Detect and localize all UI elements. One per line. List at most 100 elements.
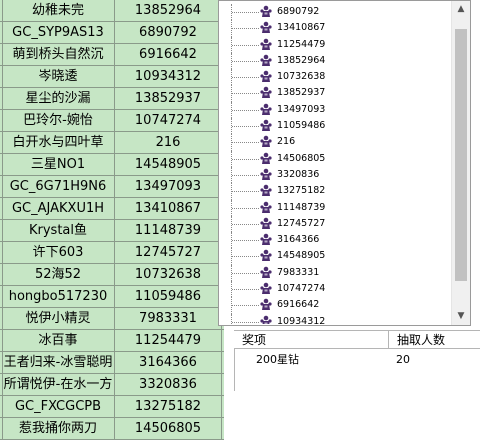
column-header-prize[interactable]: 奖项 (234, 331, 389, 349)
name-cell[interactable]: GC_SYP9AS13 (2, 22, 115, 43)
column-header-count[interactable]: 抽取人数 (389, 331, 480, 349)
tree-item-label: 13852964 (277, 54, 326, 66)
table-row[interactable]: 星尘的沙漏 13852937 (0, 88, 224, 110)
name-cell[interactable]: 岑晓逶 (2, 66, 115, 87)
table-row[interactable]: 52海52 10732638 (0, 264, 224, 286)
table-row[interactable]: 巴玲尔-婉怡 10747274 (0, 110, 224, 132)
tree-item[interactable]: 7983331 (219, 264, 451, 282)
tree-item[interactable]: 3164366 (219, 232, 451, 249)
table-row[interactable]: 岑晓逶 10934312 (0, 66, 224, 88)
name-cell[interactable]: 王者归来-冰雪聪明 (2, 352, 115, 373)
tree-item[interactable]: 14506805 (219, 150, 451, 167)
tree-item[interactable]: 6916642 (219, 297, 451, 314)
id-cell[interactable]: 10934312 (115, 66, 222, 87)
table-row[interactable]: 幼稚未完 13852964 (0, 0, 224, 22)
id-cell[interactable]: 13852937 (115, 88, 222, 109)
user-group-icon (260, 136, 272, 148)
name-cell[interactable]: 52海52 (2, 264, 115, 285)
name-cell[interactable]: GC_FXCGCPB (2, 396, 115, 417)
table-row[interactable]: 三星NO1 14548905 (0, 154, 224, 176)
id-cell[interactable]: 216 (115, 132, 222, 153)
tree-item[interactable]: 11148739 (219, 199, 451, 216)
scroll-up-icon[interactable]: ▲ (452, 1, 470, 18)
tree-item[interactable]: 10747274 (219, 281, 451, 298)
user-group-icon (260, 266, 272, 278)
user-group-icon (260, 201, 272, 213)
tree-item-label: 11148739 (277, 201, 326, 213)
tree-item[interactable]: 6890792 (219, 4, 451, 21)
name-cell[interactable]: 巴玲尔-婉怡 (2, 110, 115, 131)
id-cell[interactable]: 6916642 (115, 44, 222, 65)
name-cell[interactable]: 萌到桥头自然沉 (2, 44, 115, 65)
vertical-scrollbar[interactable]: ▲ ▼ (451, 1, 470, 325)
table-row[interactable]: hongbo517230 11059486 (0, 286, 224, 308)
name-cell[interactable]: GC_6G71H9N6 (2, 176, 115, 197)
id-cell[interactable]: 6890792 (115, 22, 222, 43)
tree-item[interactable]: 10934312 (219, 313, 451, 324)
scroll-down-icon[interactable]: ▼ (452, 308, 470, 325)
id-cell[interactable]: 13410867 (115, 198, 222, 219)
name-cell[interactable]: 惹我捅你两刀 (2, 418, 115, 439)
table-row[interactable]: 200星钻 20 (234, 351, 480, 369)
tree-item[interactable]: 13852937 (219, 85, 451, 102)
name-cell[interactable]: 三星NO1 (2, 154, 115, 175)
name-cell[interactable]: hongbo517230 (2, 286, 115, 307)
spreadsheet-rows: 幼稚未完 13852964 GC_SYP9AS13 6890792 萌到桥头自然沉 691… (0, 0, 224, 440)
table-row[interactable]: GC_SYP9AS13 6890792 (0, 22, 224, 44)
scroll-thumb[interactable] (455, 29, 467, 281)
tree-item[interactable]: 216 (219, 134, 451, 151)
tree-item[interactable]: 10732638 (219, 69, 451, 86)
tree-item[interactable]: 3320836 (219, 166, 451, 184)
table-row[interactable]: Krystal鱼 11148739 (0, 220, 224, 242)
name-cell[interactable]: 星尘的沙漏 (2, 88, 115, 109)
tree-item[interactable]: 14548905 (219, 248, 451, 265)
id-cell[interactable]: 10747274 (115, 110, 222, 131)
name-cell[interactable]: 冰百事 (2, 330, 115, 351)
tree-item-label: 6916642 (277, 299, 320, 311)
tree-item[interactable]: 13497093 (219, 101, 451, 119)
id-cell[interactable]: 3320836 (115, 374, 222, 395)
tree-item[interactable]: 12745727 (219, 215, 451, 233)
id-cell[interactable]: 14548905 (115, 154, 222, 175)
id-cell[interactable]: 11059486 (115, 286, 222, 307)
id-cell[interactable]: 10732638 (115, 264, 222, 285)
name-cell[interactable]: 悦伊小精灵 (2, 308, 115, 329)
id-cell[interactable]: 12745727 (115, 242, 222, 263)
name-cell[interactable]: Krystal鱼 (2, 220, 115, 241)
tree-item[interactable]: 13275182 (219, 183, 451, 200)
name-cell[interactable]: 白开水与四叶草 (2, 132, 115, 153)
id-cell[interactable]: 11148739 (115, 220, 222, 241)
table-row[interactable]: 许下603 12745727 (0, 242, 224, 264)
table-row[interactable]: 王者归来-冰雪聪明 3164366 (0, 352, 224, 374)
id-cell[interactable]: 3164366 (115, 352, 222, 373)
id-cell[interactable]: 7983331 (115, 308, 222, 329)
table-row[interactable]: 冰百事 11254479 (0, 330, 224, 352)
id-cell[interactable]: 11254479 (115, 330, 222, 351)
name-cell[interactable]: GC_AJAKXU1H (2, 198, 115, 219)
table-row[interactable]: GC_AJAKXU1H 13410867 (0, 198, 224, 220)
table-row[interactable]: GC_FXCGCPB 13275182 (0, 396, 224, 418)
id-cell[interactable]: 14506805 (115, 418, 222, 439)
id-cell[interactable]: 13852964 (115, 0, 222, 21)
count-cell: 20 (396, 353, 410, 366)
table-row[interactable]: 悦伊小精灵 7983331 (0, 308, 224, 330)
user-group-icon (260, 103, 272, 115)
prize-grid-header: 奖项 抽取人数 (234, 330, 480, 349)
name-cell[interactable]: 所谓悦伊-在水一方 (2, 374, 115, 395)
name-cell[interactable]: 幼稚未完 (2, 0, 115, 21)
table-row[interactable]: 所谓悦伊-在水一方 3320836 (0, 374, 224, 396)
tree-item[interactable]: 13852964 (219, 52, 451, 70)
tree-item[interactable]: 11254479 (219, 36, 451, 53)
id-cell[interactable]: 13497093 (115, 176, 222, 197)
name-cell[interactable]: 许下603 (2, 242, 115, 263)
tree-item[interactable]: 11059486 (219, 118, 451, 135)
table-row[interactable]: 惹我捅你两刀 14506805 (0, 418, 224, 440)
table-row[interactable]: 萌到桥头自然沉 6916642 (0, 44, 224, 66)
id-cell[interactable]: 13275182 (115, 396, 222, 417)
tree-item-label: 13497093 (277, 103, 326, 115)
table-row[interactable]: GC_6G71H9N6 13497093 (0, 176, 224, 198)
user-group-icon (260, 250, 272, 262)
tree-item[interactable]: 13410867 (219, 20, 451, 37)
table-row[interactable]: 白开水与四叶草 216 (0, 132, 224, 154)
tree-item-label: 12745727 (277, 217, 326, 229)
